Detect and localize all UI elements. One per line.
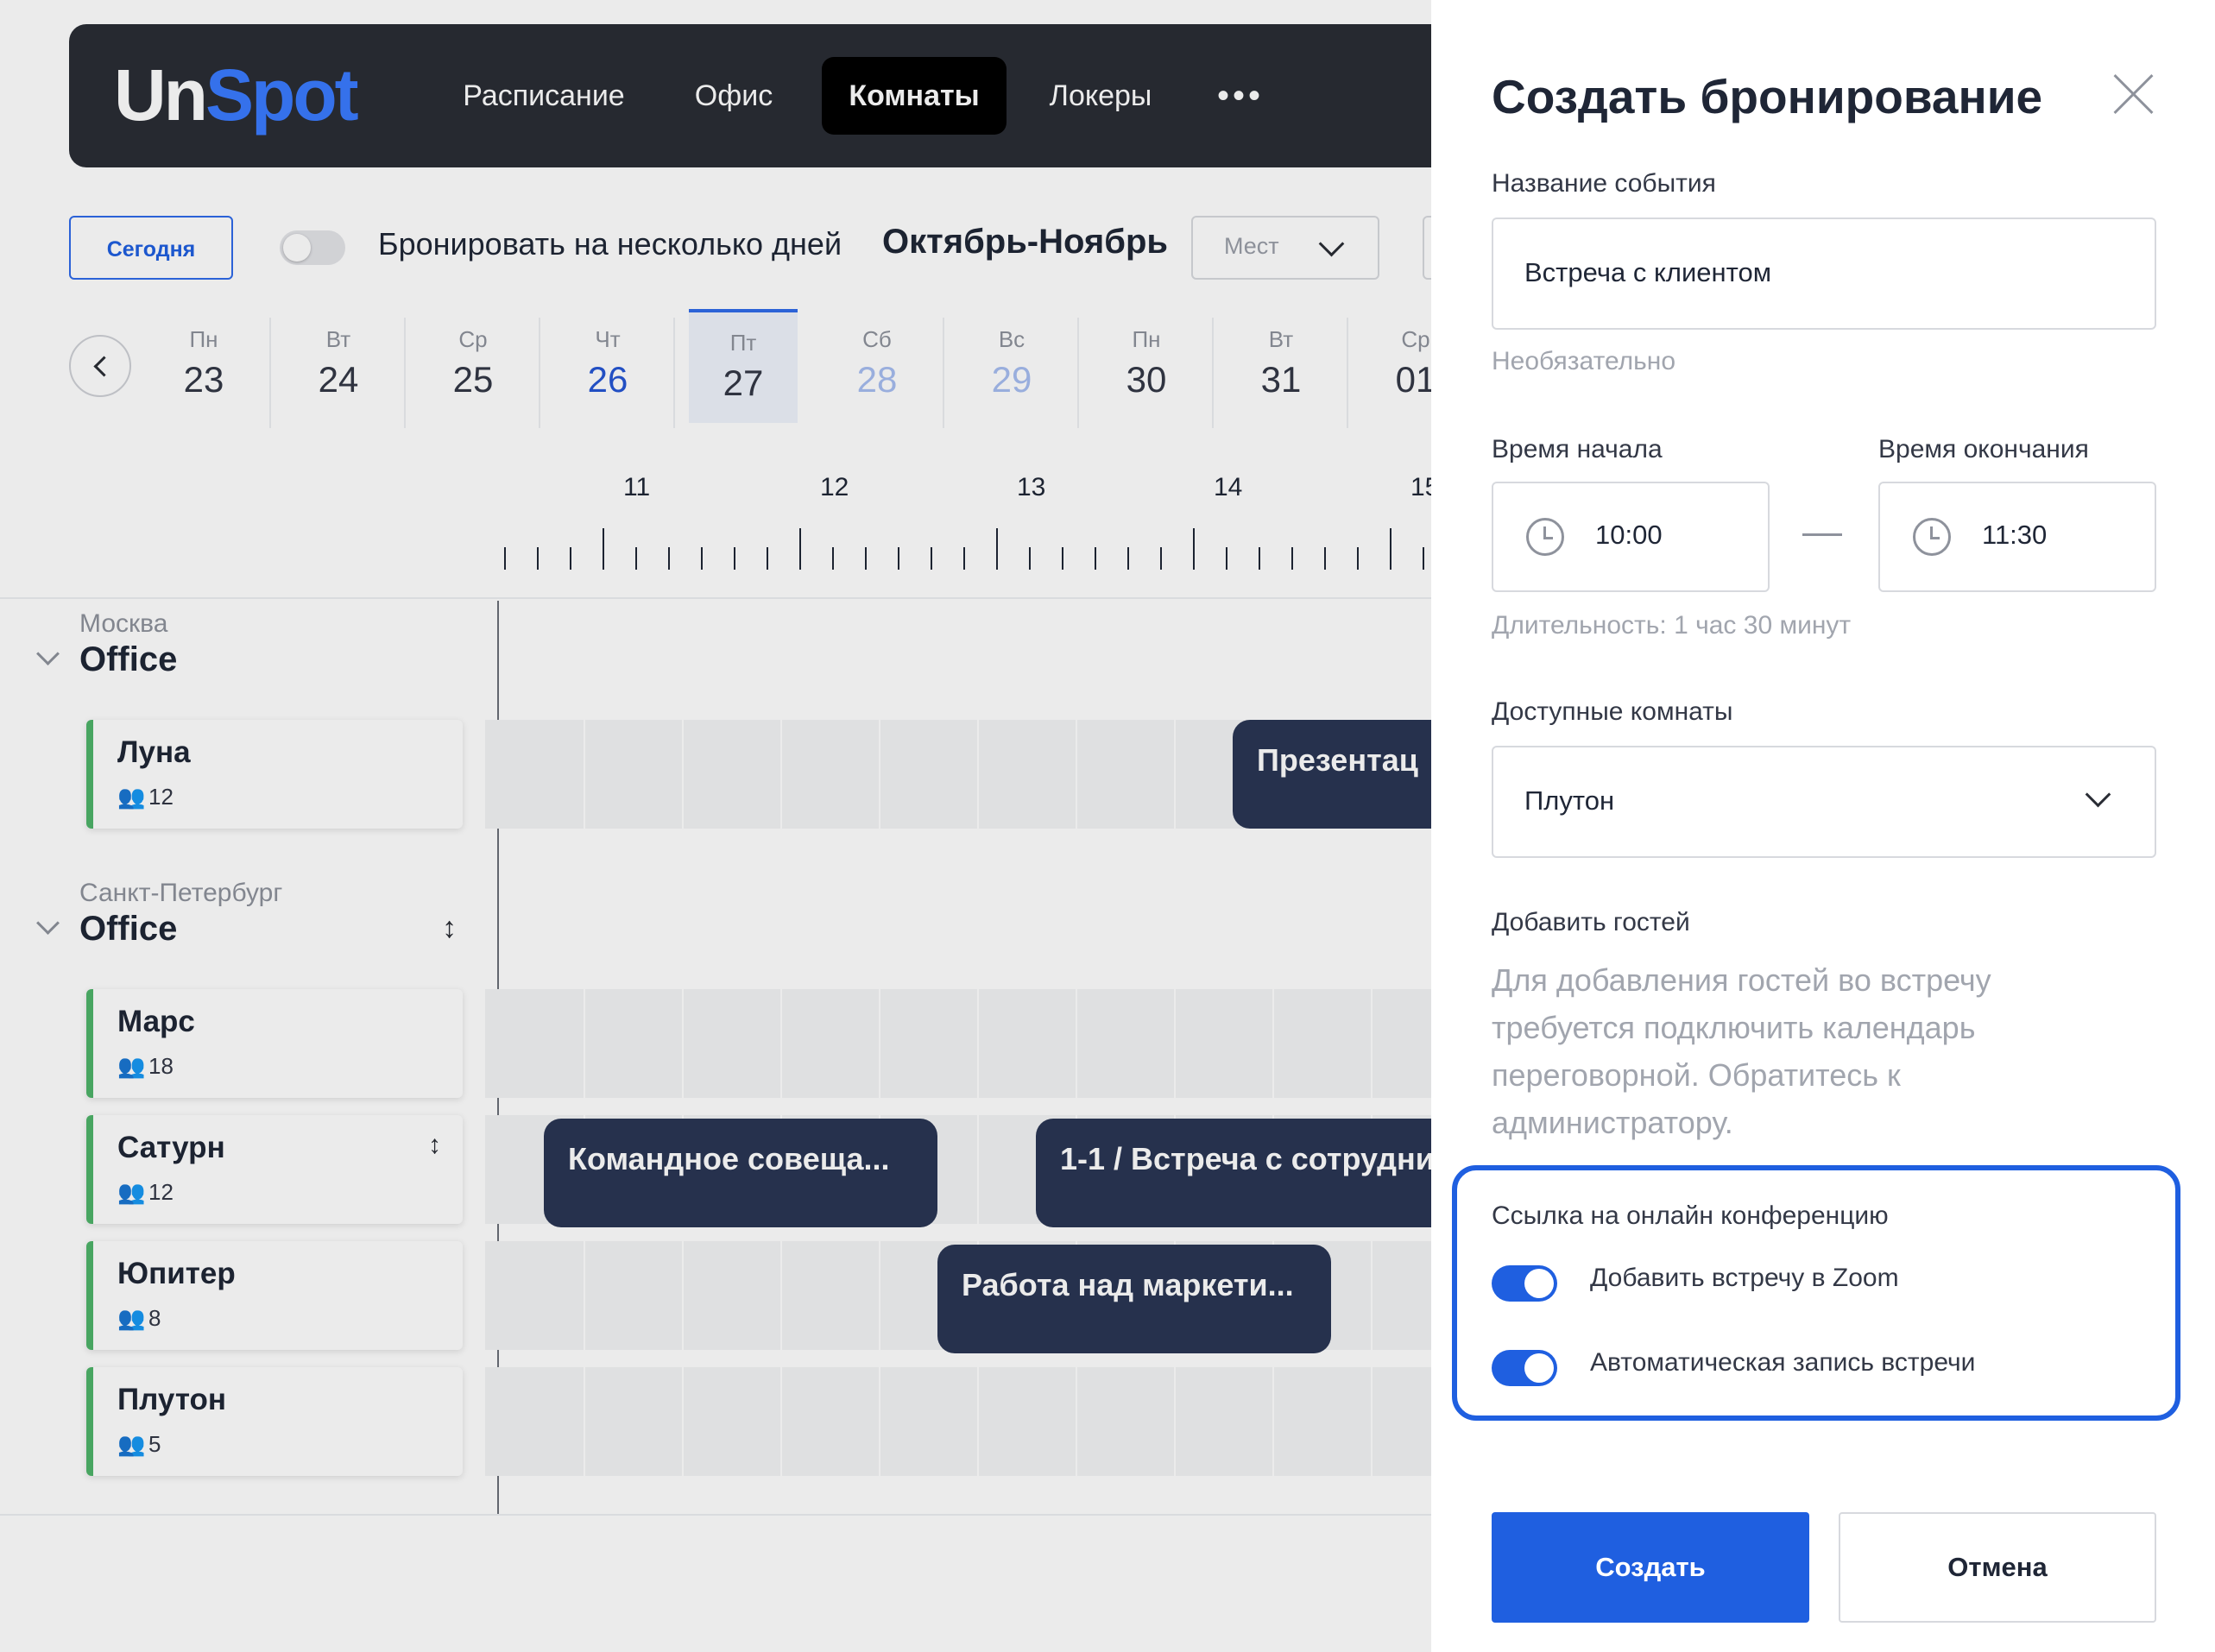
event-name-input[interactable]: Встреча с клиентом: [1492, 218, 2156, 330]
booking-app: UnSpot Расписание Офис Комнаты Локеры ••…: [0, 0, 1431, 1652]
create-booking-panel: Создать бронирование Название события Вс…: [1431, 0, 2215, 1652]
chevron-down-icon: [2085, 781, 2111, 808]
conference-label: Ссылка на онлайн конференцию: [1492, 1201, 1889, 1230]
end-time-label: Время окончания: [1878, 435, 2089, 463]
record-label: Автоматическая запись встречи: [1590, 1348, 1976, 1377]
record-toggle[interactable]: [1492, 1350, 1557, 1386]
rooms-select[interactable]: Плутон: [1492, 746, 2156, 858]
clock-icon: [1913, 518, 1951, 556]
clock-icon: [1526, 518, 1564, 556]
close-icon[interactable]: [2111, 73, 2155, 116]
time-range-dash: [1802, 533, 1842, 536]
duration-text: Длительность: 1 час 30 минут: [1492, 611, 1852, 640]
start-time-input[interactable]: 10:00: [1492, 482, 1770, 592]
zoom-label: Добавить встречу в Zoom: [1590, 1264, 1899, 1292]
start-time-label: Время начала: [1492, 435, 1663, 463]
guests-hint: Для добавления гостей во встречу требует…: [1492, 962, 1991, 1140]
end-time-value: 11:30: [1982, 520, 2048, 550]
panel-title: Создать бронирование: [1492, 70, 2043, 123]
event-name-label: Название события: [1492, 169, 1716, 198]
end-time-input[interactable]: 11:30: [1878, 482, 2156, 592]
create-button[interactable]: Создать: [1492, 1512, 1809, 1623]
event-name-value: Встреча с клиентом: [1524, 257, 1772, 287]
rooms-select-value: Плутон: [1524, 785, 1615, 816]
modal-backdrop[interactable]: [0, 0, 1431, 1652]
optional-hint: Необязательно: [1492, 347, 1676, 375]
cancel-button[interactable]: Отмена: [1839, 1512, 2156, 1623]
zoom-toggle[interactable]: [1492, 1265, 1557, 1302]
online-conference-section: Ссылка на онлайн конференцию Добавить вс…: [1452, 1165, 2180, 1421]
rooms-label: Доступные комнаты: [1492, 697, 1733, 726]
guests-label: Добавить гостей: [1492, 908, 1690, 936]
start-time-value: 10:00: [1595, 520, 1663, 550]
